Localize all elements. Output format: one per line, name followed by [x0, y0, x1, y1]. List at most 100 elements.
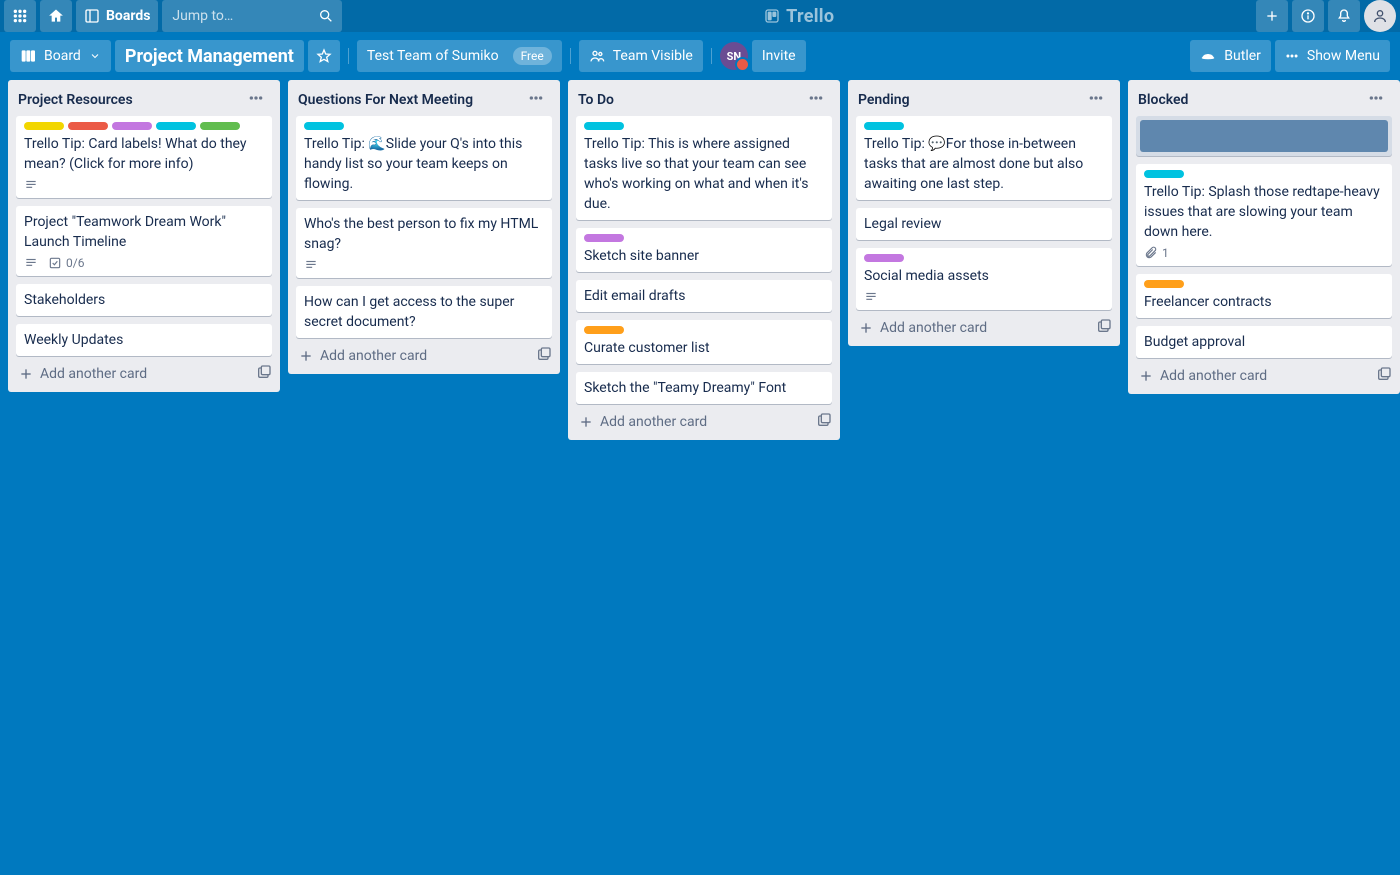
- invite-label: Invite: [762, 48, 796, 64]
- label-red[interactable]: [68, 122, 108, 130]
- card[interactable]: Sketch site banner: [576, 228, 832, 272]
- label-green[interactable]: [200, 122, 240, 130]
- card-template-icon[interactable]: [816, 412, 832, 432]
- label-teal[interactable]: [864, 122, 904, 130]
- card-template-icon[interactable]: [1376, 366, 1392, 386]
- card[interactable]: Freelancer contracts: [1136, 274, 1392, 318]
- card-labels: [864, 122, 1104, 130]
- board-view-switch[interactable]: Board: [10, 40, 111, 72]
- card-badges: 0/6: [24, 256, 264, 270]
- boards-label: Boards: [106, 8, 150, 24]
- team-icon: [589, 48, 605, 64]
- add-card-button[interactable]: Add another card: [288, 338, 560, 374]
- create-button[interactable]: [1256, 0, 1288, 32]
- card-text: Project "Teamwork Dream Work" Launch Tim…: [24, 212, 264, 252]
- card-text: Sketch the "Teamy Dreamy" Font: [584, 378, 824, 398]
- label-purple[interactable]: [112, 122, 152, 130]
- boards-button[interactable]: Boards: [76, 0, 158, 32]
- card[interactable]: Stakeholders: [16, 284, 272, 316]
- card[interactable]: Weekly Updates: [16, 324, 272, 356]
- description-badge: [864, 290, 878, 304]
- team-chip[interactable]: Test Team of Sumiko Free: [357, 40, 562, 72]
- card[interactable]: Trello Tip: 🌊Slide your Q's into this ha…: [296, 116, 552, 200]
- label-teal[interactable]: [304, 122, 344, 130]
- list-menu-button[interactable]: [522, 88, 550, 112]
- card-template-icon[interactable]: [256, 364, 272, 384]
- board-view-label: Board: [44, 48, 81, 64]
- add-card-label: Add another card: [858, 320, 987, 336]
- card[interactable]: Budget approval: [1136, 326, 1392, 358]
- list: Pending Trello Tip: 💬For those in-between…: [848, 80, 1120, 346]
- card-badges: 1: [1144, 246, 1384, 260]
- info-button[interactable]: [1292, 0, 1324, 32]
- card-text: Trello Tip: 🌊Slide your Q's into this ha…: [304, 134, 544, 194]
- label-yellow[interactable]: [24, 122, 64, 130]
- list-menu-button[interactable]: [1362, 88, 1390, 112]
- list-menu-button[interactable]: [1082, 88, 1110, 112]
- butler-button[interactable]: Butler: [1190, 40, 1271, 72]
- card[interactable]: Trello Tip: This is where assigned tasks…: [576, 116, 832, 220]
- add-card-button[interactable]: Add another card: [848, 310, 1120, 346]
- card[interactable]: Legal review: [856, 208, 1112, 240]
- card[interactable]: How can I get access to the super secret…: [296, 286, 552, 338]
- card[interactable]: Social media assets: [856, 248, 1112, 310]
- card-container: Trello Tip: Splash those redtape-heavy i…: [1128, 116, 1400, 358]
- add-card-button[interactable]: Add another card: [8, 356, 280, 392]
- card-text: Trello Tip: 💬For those in-between tasks …: [864, 134, 1104, 194]
- card-composer[interactable]: [1136, 116, 1392, 156]
- add-card-button[interactable]: Add another card: [1128, 358, 1400, 394]
- card[interactable]: Sketch the "Teamy Dreamy" Font: [576, 372, 832, 404]
- list: Blocked Trello Tip: Splash those redtape-…: [1128, 80, 1400, 394]
- trello-logo[interactable]: Trello: [346, 6, 1252, 27]
- label-orange[interactable]: [1144, 280, 1184, 288]
- account-avatar[interactable]: [1364, 0, 1396, 32]
- card[interactable]: Edit email drafts: [576, 280, 832, 312]
- star-button[interactable]: [308, 40, 340, 72]
- label-purple[interactable]: [584, 234, 624, 242]
- attachment-badge: 1: [1144, 246, 1169, 260]
- show-menu-button[interactable]: Show Menu: [1275, 40, 1390, 72]
- label-orange[interactable]: [584, 326, 624, 334]
- member-avatar[interactable]: SN: [720, 42, 748, 70]
- list-title[interactable]: Blocked: [1138, 92, 1188, 108]
- card-text: Weekly Updates: [24, 330, 264, 350]
- card-composer-input[interactable]: [1140, 120, 1388, 152]
- card[interactable]: Project "Teamwork Dream Work" Launch Tim…: [16, 206, 272, 276]
- list-title[interactable]: Pending: [858, 92, 910, 108]
- card[interactable]: Trello Tip: 💬For those in-between tasks …: [856, 116, 1112, 200]
- home-icon: [48, 8, 64, 24]
- card[interactable]: Who's the best person to fix my HTML sna…: [296, 208, 552, 278]
- apps-button[interactable]: [4, 0, 36, 32]
- add-card-label: Add another card: [578, 414, 707, 430]
- list-title[interactable]: To Do: [578, 92, 614, 108]
- card[interactable]: Trello Tip: Splash those redtape-heavy i…: [1136, 164, 1392, 266]
- notifications-button[interactable]: [1328, 0, 1360, 32]
- search-placeholder: Jump to…: [172, 8, 233, 24]
- list-menu-button[interactable]: [242, 88, 270, 112]
- card-template-icon[interactable]: [1096, 318, 1112, 338]
- card-template-icon[interactable]: [536, 346, 552, 366]
- home-button[interactable]: [40, 0, 72, 32]
- label-teal[interactable]: [1144, 170, 1184, 178]
- card-container: Trello Tip: Card labels! What do they me…: [8, 116, 280, 356]
- visibility-chip[interactable]: Team Visible: [579, 40, 703, 72]
- card-text: Sketch site banner: [584, 246, 824, 266]
- search-input[interactable]: Jump to…: [162, 0, 342, 32]
- card-text: Stakeholders: [24, 290, 264, 310]
- list-title[interactable]: Project Resources: [18, 92, 133, 108]
- label-purple[interactable]: [864, 254, 904, 262]
- label-teal[interactable]: [156, 122, 196, 130]
- list-menu-button[interactable]: [802, 88, 830, 112]
- card[interactable]: Trello Tip: Card labels! What do they me…: [16, 116, 272, 198]
- team-name: Test Team of Sumiko: [367, 48, 499, 64]
- list-title[interactable]: Questions For Next Meeting: [298, 92, 473, 108]
- board-canvas: Project Resources Trello Tip: Card labels…: [0, 78, 1400, 442]
- invite-button[interactable]: Invite: [752, 40, 806, 72]
- board-title[interactable]: Project Management: [115, 40, 304, 72]
- list-header: Questions For Next Meeting: [288, 80, 560, 116]
- card-container: Trello Tip: This is where assigned tasks…: [568, 116, 840, 404]
- add-card-button[interactable]: Add another card: [568, 404, 840, 440]
- card[interactable]: Curate customer list: [576, 320, 832, 364]
- label-teal[interactable]: [584, 122, 624, 130]
- trello-logo-text: Trello: [786, 6, 834, 27]
